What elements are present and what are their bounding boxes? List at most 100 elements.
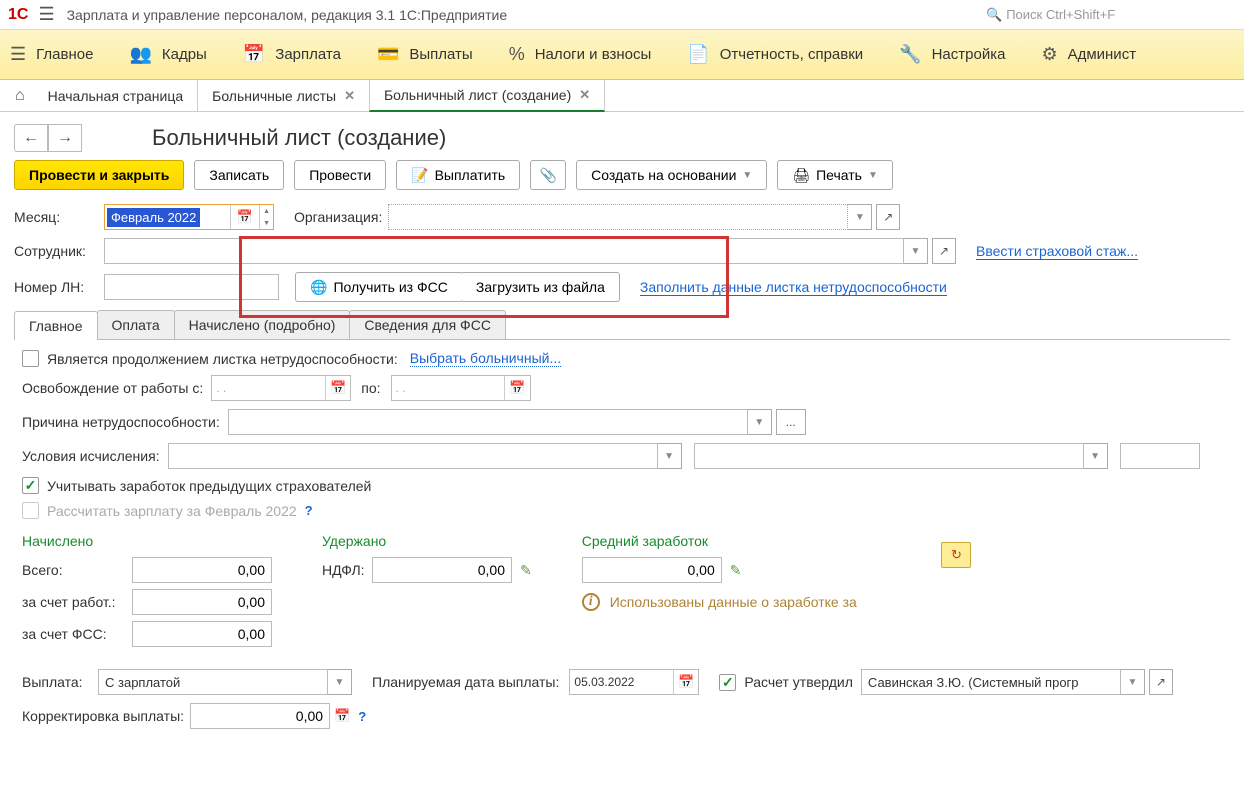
- approved-by-select[interactable]: Савинская З.Ю. (Системный прогр: [861, 669, 1121, 695]
- month-input[interactable]: Февраль 2022 📅 ▲▼: [104, 204, 274, 230]
- by-fss-input[interactable]: [132, 621, 272, 647]
- nav-settings[interactable]: 🔧Настройка: [899, 44, 1005, 65]
- choose-sick-link[interactable]: Выбрать больничный...: [410, 350, 561, 367]
- people-icon: 👥: [129, 44, 151, 65]
- prev-insurers-checkbox[interactable]: [22, 477, 39, 494]
- tab-sicklist-create[interactable]: Больничный лист (создание)✕: [369, 80, 605, 112]
- correction-input[interactable]: [190, 703, 330, 729]
- accrued-header: Начислено: [22, 533, 272, 549]
- recalc-salary-label: Рассчитать зарплату за Февраль 2022: [47, 503, 297, 519]
- dropdown-button[interactable]: ▼: [748, 409, 772, 435]
- calendar-icon[interactable]: 📅: [673, 670, 694, 694]
- load-from-file-button[interactable]: Загрузить из файла: [462, 272, 620, 302]
- plan-date-label: Планируемая дата выплаты:: [372, 674, 559, 690]
- create-on-basis-button[interactable]: Создать на основании▼: [576, 160, 767, 190]
- open-button[interactable]: ↗: [932, 238, 956, 264]
- employee-label: Сотрудник:: [14, 243, 104, 259]
- post-and-close-button[interactable]: Провести и закрыть: [14, 160, 184, 190]
- dropdown-button[interactable]: ▼: [848, 204, 872, 230]
- close-icon[interactable]: ✕: [579, 87, 590, 103]
- calc-cond-1[interactable]: [168, 443, 658, 469]
- attach-button[interactable]: 📎: [530, 160, 566, 190]
- dropdown-button[interactable]: ▼: [328, 669, 352, 695]
- dropdown-button[interactable]: ▼: [1121, 669, 1145, 695]
- to-label: по:: [361, 380, 380, 396]
- pencil-icon[interactable]: ✎: [520, 562, 532, 579]
- report-icon: 📄: [687, 44, 709, 65]
- tab-home[interactable]: Начальная страница: [34, 80, 198, 112]
- open-button[interactable]: ↗: [1149, 669, 1173, 695]
- help-icon[interactable]: ?: [358, 709, 366, 724]
- calc-cond-3[interactable]: [1120, 443, 1200, 469]
- month-label: Месяц:: [14, 209, 104, 225]
- ln-number-input[interactable]: [104, 274, 279, 300]
- write-button[interactable]: Записать: [194, 160, 284, 190]
- nav-back-button[interactable]: ←: [14, 124, 48, 152]
- content: ← → Больничный лист (создание) Провести …: [0, 112, 1244, 759]
- date-from-input[interactable]: . .📅: [211, 375, 351, 401]
- calc-cond-2[interactable]: [694, 443, 1084, 469]
- payout-label: Выплата:: [22, 674, 92, 690]
- org-label: Организация:: [294, 209, 382, 225]
- ndfl-input[interactable]: [372, 557, 512, 583]
- approved-checkbox[interactable]: [719, 674, 736, 691]
- close-icon[interactable]: ✕: [344, 88, 355, 104]
- subtab-fss-info[interactable]: Сведения для ФСС: [349, 310, 506, 339]
- nav-taxes[interactable]: %Налоги и взносы: [509, 44, 652, 65]
- avg-input[interactable]: [582, 557, 722, 583]
- total-input[interactable]: [132, 557, 272, 583]
- home-icon[interactable]: ⌂: [15, 87, 25, 105]
- nav-staff[interactable]: 👥Кадры: [129, 44, 206, 65]
- payout-select[interactable]: С зарплатой: [98, 669, 328, 695]
- open-button[interactable]: ↗: [876, 204, 900, 230]
- refresh-button[interactable]: ↻: [941, 542, 971, 568]
- plan-date-input[interactable]: 05.03.2022📅: [569, 669, 699, 695]
- subtab-accrued[interactable]: Начислено (подробно): [174, 310, 351, 339]
- paperclip-icon: 📎: [539, 167, 556, 184]
- employee-input[interactable]: [104, 238, 904, 264]
- global-search[interactable]: 🔍 Поиск Ctrl+Shift+F: [986, 7, 1236, 23]
- nav-forward-button[interactable]: →: [48, 124, 82, 152]
- dropdown-button[interactable]: ▼: [1084, 443, 1108, 469]
- ndfl-label: НДФЛ:: [322, 562, 372, 578]
- post-button[interactable]: Провести: [294, 160, 386, 190]
- app-title: Зарплата и управление персоналом, редакц…: [67, 7, 986, 23]
- pay-button[interactable]: 📝Выплатить: [396, 160, 520, 190]
- calendar-icon[interactable]: 📅: [230, 205, 259, 229]
- calendar-icon[interactable]: 📅: [334, 708, 350, 724]
- toolbar: Провести и закрыть Записать Провести 📝Вы…: [14, 160, 1230, 190]
- get-from-fss-button[interactable]: 🌐Получить из ФСС: [295, 272, 463, 302]
- reason-select[interactable]: [228, 409, 748, 435]
- calendar-icon[interactable]: 📅: [325, 376, 346, 400]
- fill-data-link[interactable]: Заполнить данные листка нетрудоспособнос…: [640, 279, 947, 296]
- continuation-checkbox[interactable]: [22, 350, 39, 367]
- calendar-icon: 📅: [243, 44, 265, 65]
- hamburger-icon[interactable]: ☰: [38, 4, 54, 25]
- date-to-input[interactable]: . .📅: [391, 375, 531, 401]
- calendar-icon[interactable]: 📅: [504, 376, 525, 400]
- nav-main[interactable]: ☰Главное: [10, 44, 93, 65]
- ellipsis-button[interactable]: ...: [776, 409, 806, 435]
- tab-row: ⌂ Начальная страница Больничные листы✕ Б…: [0, 80, 1244, 112]
- page-title: Больничный лист (создание): [152, 125, 446, 151]
- gear-icon: ⚙: [1041, 44, 1057, 65]
- help-icon[interactable]: ?: [305, 503, 313, 518]
- dropdown-button[interactable]: ▼: [658, 443, 682, 469]
- insurance-link[interactable]: Ввести страховой стаж...: [976, 243, 1138, 260]
- print-button[interactable]: 🖨Печать▼: [777, 160, 893, 190]
- pencil-icon[interactable]: ✎: [730, 562, 742, 579]
- subtab-main[interactable]: Главное: [14, 311, 98, 340]
- nav-reports[interactable]: 📄Отчетность, справки: [687, 44, 863, 65]
- nav-payments[interactable]: 💳Выплаты: [377, 44, 473, 65]
- nav-salary[interactable]: 📅Зарплата: [243, 44, 341, 65]
- spin-buttons[interactable]: ▲▼: [259, 205, 273, 229]
- dropdown-button[interactable]: ▼: [904, 238, 928, 264]
- nav-admin[interactable]: ⚙Админист: [1041, 44, 1136, 65]
- org-select[interactable]: [388, 204, 848, 230]
- subtab-payment[interactable]: Оплата: [97, 310, 175, 339]
- chevron-down-icon: ▼: [742, 170, 752, 181]
- avg-col: Средний заработок ✎ ↻ iИспользованы данн…: [582, 533, 972, 653]
- by-employer-input[interactable]: [132, 589, 272, 615]
- withheld-header: Удержано: [322, 533, 532, 549]
- tab-sicklists[interactable]: Больничные листы✕: [197, 80, 370, 112]
